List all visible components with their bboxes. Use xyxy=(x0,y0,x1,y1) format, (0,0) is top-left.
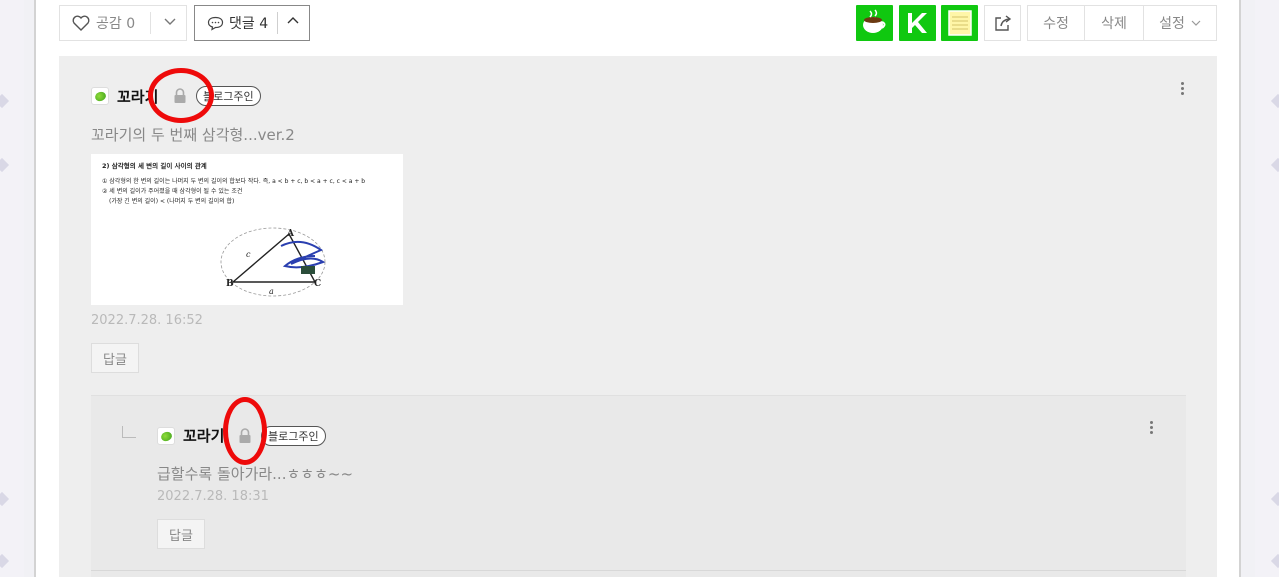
reply-indent-marker xyxy=(122,426,136,438)
comment-date: 2022.7.28. 18:31 xyxy=(157,489,269,504)
k-app-button[interactable] xyxy=(899,5,936,41)
image-text: ① 삼각형의 한 변의 길이는 나머지 두 변의 길이의 합보다 작다. 즉, … xyxy=(102,178,366,185)
reply-button[interactable]: 답글 xyxy=(91,343,139,373)
reply-button[interactable]: 답글 xyxy=(157,519,205,549)
coffee-app-button[interactable] xyxy=(856,5,893,41)
chevron-down-icon[interactable] xyxy=(164,15,176,31)
decorative-diamond xyxy=(1270,93,1279,109)
settings-dropdown[interactable]: 설정 xyxy=(1143,5,1217,41)
decorative-diamond xyxy=(0,157,10,173)
left-background-strip xyxy=(0,0,24,577)
comment-image[interactable]: 2) 삼각형의 세 변의 길이 사이의 관계 ① 삼각형의 한 변의 길이는 나… xyxy=(91,154,403,305)
decorative-diamond xyxy=(1270,157,1279,173)
vertex-label: B xyxy=(226,279,234,289)
right-background-strip xyxy=(1255,0,1279,577)
chevron-up-icon[interactable] xyxy=(287,15,299,31)
avatar xyxy=(91,87,109,105)
heart-icon xyxy=(72,15,90,31)
like-label: 공감 0 xyxy=(96,16,136,32)
comment-author[interactable]: 꼬라기 xyxy=(183,425,224,446)
image-text: ② 세 변의 길이가 주어졌을 때 삼각형이 될 수 있는 조건 xyxy=(102,188,243,195)
vertex-label: A xyxy=(287,229,294,239)
comment-count-label: 댓글 4 xyxy=(229,16,269,32)
image-heading: 2) 삼각형의 세 변의 길이 사이의 관계 xyxy=(102,162,207,170)
divider xyxy=(91,570,1186,571)
edit-button[interactable]: 수정 xyxy=(1027,5,1085,41)
vertex-label: C xyxy=(314,279,322,289)
more-options-icon[interactable] xyxy=(1181,82,1185,98)
share-icon xyxy=(994,15,1011,31)
image-text: (가장 긴 변의 길이) < (나머지 두 변의 길이의 합) xyxy=(109,198,235,205)
decorative-diamond xyxy=(0,491,10,507)
note-app-button[interactable] xyxy=(941,5,978,41)
frame-border-right xyxy=(1239,0,1241,577)
comment-toggle-button[interactable]: 댓글 4 xyxy=(194,5,310,41)
annotation-circle xyxy=(223,397,267,465)
speech-bubble-icon xyxy=(207,16,224,31)
more-options-icon[interactable] xyxy=(1150,421,1154,437)
notepad-icon xyxy=(948,10,972,36)
side-label: a xyxy=(269,287,274,296)
divider xyxy=(277,12,278,34)
avatar xyxy=(157,427,175,445)
decorative-diamond xyxy=(1270,553,1279,569)
share-button[interactable] xyxy=(984,5,1021,41)
coffee-cup-icon xyxy=(863,9,886,33)
decorative-diamond xyxy=(1270,491,1279,507)
comment-date: 2022.7.28. 16:52 xyxy=(91,313,203,328)
divider xyxy=(150,12,151,34)
blog-owner-badge: 블로그주인 xyxy=(261,426,326,446)
annotation-circle xyxy=(148,68,214,123)
comment-text: 급할수록 돌아가라...ㅎㅎㅎ~~ xyxy=(157,465,354,483)
decorative-diamond xyxy=(0,93,10,109)
frame-border-left xyxy=(34,0,36,577)
chevron-down-icon xyxy=(1191,20,1201,26)
delete-button[interactable]: 삭제 xyxy=(1084,5,1144,41)
like-button[interactable]: 공감 0 xyxy=(59,5,187,41)
settings-label: 설정 xyxy=(1159,16,1185,32)
decorative-diamond xyxy=(0,553,10,569)
side-label: c xyxy=(246,250,251,259)
comment-text: 꼬라기의 두 번째 삼각형...ver.2 xyxy=(91,126,295,144)
k-logo-icon xyxy=(908,13,927,33)
